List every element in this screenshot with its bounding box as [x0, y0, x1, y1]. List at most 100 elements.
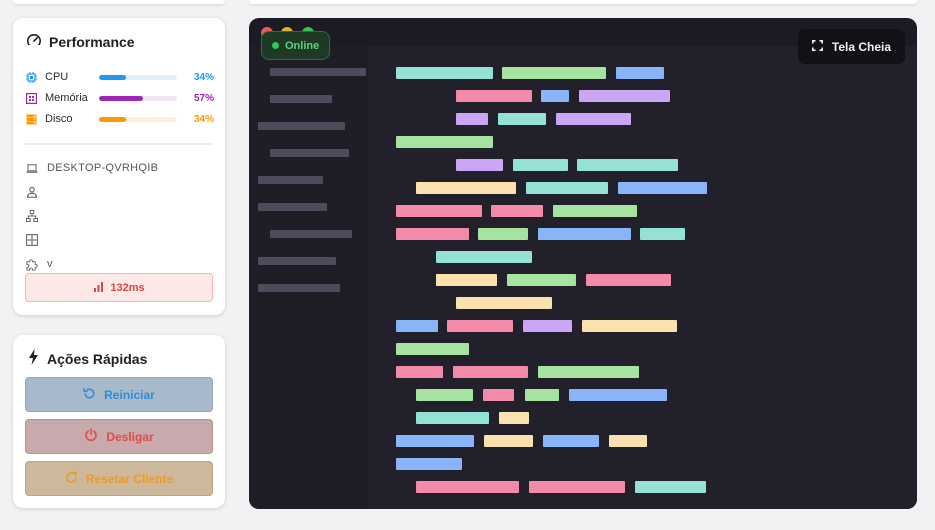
code-token: [556, 113, 631, 125]
tree-line: [258, 122, 345, 130]
code-token: [498, 113, 546, 125]
code-token: [577, 159, 678, 171]
version-text: v: [47, 258, 53, 270]
info-user: [26, 186, 47, 198]
code-token: [523, 320, 572, 332]
fullscreen-label: Tela Cheia: [831, 39, 892, 54]
metric-label: Disco: [45, 113, 73, 125]
ping-value: 132ms: [110, 281, 145, 294]
restart-label: Reiniciar: [104, 387, 155, 402]
code-token: [582, 320, 677, 332]
code-token: [396, 67, 493, 79]
info-network: [26, 210, 47, 222]
memory-icon: [26, 92, 37, 104]
code-token: [609, 435, 647, 447]
code-token: [502, 67, 606, 79]
code-token: [396, 435, 474, 447]
hostname-text: DESKTOP-QVRHQIB: [47, 162, 159, 174]
code-token: [456, 113, 488, 125]
puzzle-icon: [26, 258, 38, 270]
code-token: [396, 136, 493, 148]
laptop-icon: [26, 162, 38, 174]
metric-memory: Memória 57%: [26, 91, 214, 105]
reset-client-button[interactable]: Resetar Cliente: [25, 461, 213, 496]
file-tree-gutter: [249, 46, 369, 509]
top-card-stub-right: [249, 0, 917, 4]
code-token: [453, 366, 528, 378]
code-token: [529, 481, 625, 493]
code-token: [616, 67, 664, 79]
metric-cpu: CPU 34%: [26, 70, 214, 84]
disk-progress-bar: [99, 116, 177, 122]
code-token: [525, 389, 559, 401]
code-pane: [369, 46, 917, 509]
code-token: [478, 228, 528, 240]
info-hostname: DESKTOP-QVRHQIB: [26, 162, 158, 174]
code-token: [396, 366, 443, 378]
code-token: [543, 435, 599, 447]
code-token: [456, 297, 552, 309]
code-token: [526, 182, 608, 194]
reset-icon: [65, 471, 78, 487]
network-icon: [26, 210, 38, 222]
tree-line: [258, 176, 323, 184]
info-version: v: [26, 258, 53, 270]
power-icon: [84, 428, 98, 445]
tree-line: [270, 68, 366, 76]
metric-value: 34%: [193, 71, 214, 83]
metric-value: 57%: [193, 92, 214, 104]
cpu-progress-bar: [99, 74, 177, 80]
code-token: [436, 251, 532, 263]
code-token: [396, 458, 462, 470]
performance-title: Performance: [26, 32, 135, 51]
cpu-icon: [26, 71, 37, 83]
code-token: [416, 481, 519, 493]
windows-icon: [26, 234, 38, 246]
code-token: [538, 228, 631, 240]
restart-button[interactable]: Reiniciar: [25, 377, 213, 412]
fullscreen-button[interactable]: Tela Cheia: [798, 29, 905, 64]
user-icon: [26, 186, 38, 198]
code-token: [396, 343, 469, 355]
code-token: [483, 389, 514, 401]
code-token: [416, 412, 489, 424]
code-token: [396, 205, 482, 217]
online-dot-icon: [272, 42, 279, 49]
fullscreen-icon: [811, 39, 823, 54]
metric-label: Memória: [45, 92, 88, 104]
speedometer-icon: [26, 32, 42, 51]
metric-label: CPU: [45, 71, 69, 83]
shutdown-button[interactable]: Desligar: [25, 419, 213, 454]
tree-line: [258, 203, 327, 211]
code-token: [396, 228, 469, 240]
restart-icon: [83, 387, 96, 403]
code-token: [579, 90, 670, 102]
metric-value: 34%: [193, 113, 214, 125]
tree-line: [270, 95, 332, 103]
code-token: [396, 320, 438, 332]
code-token: [541, 90, 569, 102]
reset-client-label: Resetar Cliente: [85, 471, 174, 486]
code-token: [447, 320, 513, 332]
quick-actions-title: Ações Rápidas: [27, 349, 147, 368]
tree-line: [258, 284, 340, 292]
code-token: [538, 366, 639, 378]
top-card-stub-left: [13, 0, 225, 4]
code-token: [640, 228, 685, 240]
code-token: [635, 481, 706, 493]
code-token: [456, 159, 503, 171]
metric-disk: Disco 34%: [26, 112, 214, 126]
code-token: [507, 274, 576, 286]
code-token: [553, 205, 637, 217]
code-token: [618, 182, 707, 194]
online-status-badge: Online: [261, 31, 331, 60]
tree-line: [258, 257, 336, 265]
tree-line: [270, 230, 352, 238]
online-status-label: Online: [285, 39, 320, 52]
shutdown-label: Desligar: [106, 429, 154, 444]
info-os: [26, 234, 47, 246]
code-token: [416, 182, 516, 194]
code-token: [513, 159, 568, 171]
code-token: [499, 412, 529, 424]
remote-screen-panel[interactable]: Online Tela Cheia: [249, 18, 917, 509]
